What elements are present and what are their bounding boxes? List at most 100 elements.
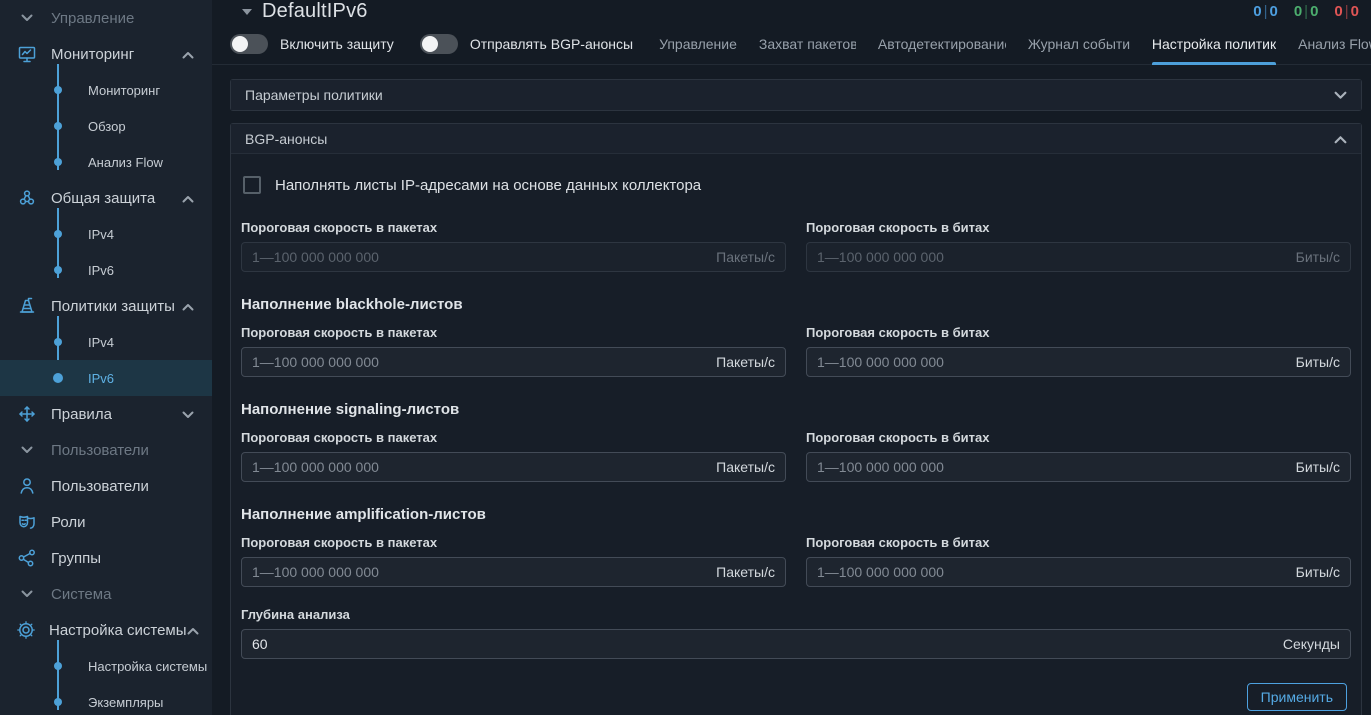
packets-threshold-input[interactable]	[252, 459, 706, 475]
sidebar-item-label: Политики защиты	[51, 298, 182, 315]
sidebar-subtree-sistema: Настройка системы Экземпляры	[0, 648, 212, 715]
bits-threshold-input-box: Биты/с	[806, 557, 1351, 587]
sidebar-group-upravlenie[interactable]: Управление	[0, 0, 212, 36]
tab-analiz-flow[interactable]: Анализ Flow	[1298, 23, 1371, 65]
sidebar-subtree-politiki: IPv4 IPv6	[0, 324, 212, 396]
unit-suffix: Биты/с	[1296, 564, 1340, 580]
panel-policy-params-header[interactable]: Параметры политики	[231, 80, 1361, 110]
bits-threshold-input[interactable]	[817, 249, 1286, 265]
title-caret-icon[interactable]	[242, 9, 252, 15]
toolbar: Включить защиту Отправлять BGP-анонсы Уп…	[212, 23, 1371, 65]
user-icon	[16, 475, 38, 497]
sidebar-item-label: Группы	[51, 550, 212, 567]
sidebar-item-label: Пользователи	[51, 478, 212, 495]
section-title-signaling: Наполнение signaling-листов	[241, 401, 1351, 418]
enable-protection-toggle[interactable]: Включить защиту	[230, 34, 394, 54]
page-title[interactable]: DefaultIPv6	[262, 0, 368, 23]
chevron-up-icon	[182, 298, 194, 315]
sidebar-item-obshchaya-zashchita[interactable]: Общая защита	[0, 180, 212, 216]
bits-threshold-field: Пороговая скорость в битах Биты/с	[806, 220, 1351, 272]
status-counters: 0|0 0|0 0|0	[1253, 3, 1359, 20]
packets-threshold-field: Пороговая скорость в пакетах Пакеты/с	[241, 535, 786, 587]
checkbox-unchecked-icon[interactable]	[243, 176, 261, 194]
unit-suffix: Пакеты/с	[716, 249, 775, 265]
tab-zahvat-paketov[interactable]: Захват пакетов	[759, 23, 856, 65]
sidebar-item-polzovateli[interactable]: Пользователи	[0, 468, 212, 504]
sidebar-item-roli[interactable]: Роли	[0, 504, 212, 540]
packets-threshold-input[interactable]	[252, 564, 706, 580]
sidebar-item-label: Роли	[51, 514, 212, 531]
chevron-down-icon	[16, 446, 38, 454]
monitor-icon	[16, 43, 38, 65]
sidebar-item-monitoring-sub[interactable]: Мониторинг	[0, 72, 212, 108]
traffic-cone-icon	[16, 295, 38, 317]
crossroads-icon	[16, 403, 38, 425]
bits-threshold-input[interactable]	[817, 354, 1286, 370]
analysis-depth-field: Глубина анализа Секунды	[241, 607, 1351, 659]
sidebar-item-label: Настройка системы	[49, 622, 187, 639]
sidebar-item-ipv6-general[interactable]: IPv6	[0, 252, 212, 288]
send-bgp-announces-toggle[interactable]: Отправлять BGP-анонсы	[420, 34, 633, 54]
content: Параметры политики BGP-анонсы Наполнять …	[212, 65, 1371, 715]
sidebar-group-polzovateli[interactable]: Пользователи	[0, 432, 212, 468]
unit-suffix: Пакеты/с	[716, 459, 775, 475]
sidebar-item-monitoring[interactable]: Мониторинг	[0, 36, 212, 72]
collector-checkbox-label: Наполнять листы IP-адресами на основе да…	[275, 177, 701, 194]
sidebar-item-ekzemplyary[interactable]: Экземпляры	[0, 684, 212, 715]
section-title-amplification: Наполнение amplification-листов	[241, 506, 1351, 523]
packets-threshold-input-box: Пакеты/с	[241, 452, 786, 482]
analysis-depth-input[interactable]	[252, 636, 1273, 652]
sidebar-item-ipv4-policy[interactable]: IPv4	[0, 324, 212, 360]
tab-zhurnal-sobytiy[interactable]: Журнал событий	[1028, 23, 1130, 65]
collector-checkbox-row[interactable]: Наполнять листы IP-адресами на основе да…	[243, 176, 1351, 194]
analysis-depth-input-box: Секунды	[241, 629, 1351, 659]
sidebar-item-ipv6-policy[interactable]: IPv6	[0, 360, 212, 396]
bits-threshold-input-box: Биты/с	[806, 347, 1351, 377]
packets-threshold-input[interactable]	[252, 354, 706, 370]
chevron-up-icon	[182, 190, 194, 207]
sidebar-group-label: Пользователи	[51, 442, 212, 459]
section-title-blackhole: Наполнение blackhole-листов	[241, 296, 1351, 313]
sidebar-item-politiki-zashchity[interactable]: Политики защиты	[0, 288, 212, 324]
bits-threshold-input[interactable]	[817, 564, 1286, 580]
unit-suffix: Пакеты/с	[716, 354, 775, 370]
panel-policy-params: Параметры политики	[230, 79, 1362, 111]
sidebar-item-pravila[interactable]: Правила	[0, 396, 212, 432]
sidebar-group-label: Управление	[51, 10, 212, 27]
sidebar-item-label: Мониторинг	[51, 46, 182, 63]
gear-icon	[16, 619, 36, 641]
packets-threshold-input-box: Пакеты/с	[241, 557, 786, 587]
sidebar-item-gruppy[interactable]: Группы	[0, 540, 212, 576]
chevron-down-icon	[16, 14, 38, 22]
sidebar-subtree-monitoring: Мониторинг Обзор Анализ Flow	[0, 72, 212, 180]
bits-threshold-field: Пороговая скорость в битах Биты/с	[806, 430, 1351, 482]
sidebar-item-analiz-flow[interactable]: Анализ Flow	[0, 144, 212, 180]
tab-upravlenie[interactable]: Управление	[659, 23, 737, 65]
bits-threshold-input-box: Биты/с	[806, 242, 1351, 272]
packets-threshold-field: Пороговая скорость в пакетах Пакеты/с	[241, 430, 786, 482]
chevron-down-icon	[182, 406, 194, 423]
sidebar-item-nastroika-sistemy[interactable]: Настройка системы	[0, 612, 212, 648]
counter-green: 0|0	[1294, 3, 1319, 20]
sidebar-item-ipv4-general[interactable]: IPv4	[0, 216, 212, 252]
panel-title: Параметры политики	[245, 87, 383, 103]
unit-suffix: Биты/с	[1296, 354, 1340, 370]
sidebar-item-obzor[interactable]: Обзор	[0, 108, 212, 144]
bits-threshold-input[interactable]	[817, 459, 1286, 475]
unit-suffix: Биты/с	[1296, 249, 1340, 265]
toggle-off-icon	[230, 34, 268, 54]
packets-threshold-input[interactable]	[252, 249, 706, 265]
tab-nastroika-politik[interactable]: Настройка политик	[1152, 23, 1276, 65]
tab-avtodetektirovanie[interactable]: Автодетектирование	[878, 23, 1006, 65]
panel-bgp-header[interactable]: BGP-анонсы	[231, 124, 1361, 154]
chevron-up-icon	[182, 46, 194, 63]
apply-button[interactable]: Применить	[1247, 683, 1347, 711]
tab-bar: Управление Захват пакетов Автодетектиров…	[659, 23, 1371, 65]
threshold-row-amplification: Пороговая скорость в пакетах Пакеты/с По…	[241, 535, 1351, 587]
sidebar-item-nastroika-sistemy-sub[interactable]: Настройка системы	[0, 648, 212, 684]
sidebar-group-sistema[interactable]: Система	[0, 576, 212, 612]
unit-suffix: Пакеты/с	[716, 564, 775, 580]
packets-threshold-input-box: Пакеты/с	[241, 242, 786, 272]
threshold-row-collector: Пороговая скорость в пакетах Пакеты/с По…	[241, 220, 1351, 272]
bits-threshold-field: Пороговая скорость в битах Биты/с	[806, 535, 1351, 587]
